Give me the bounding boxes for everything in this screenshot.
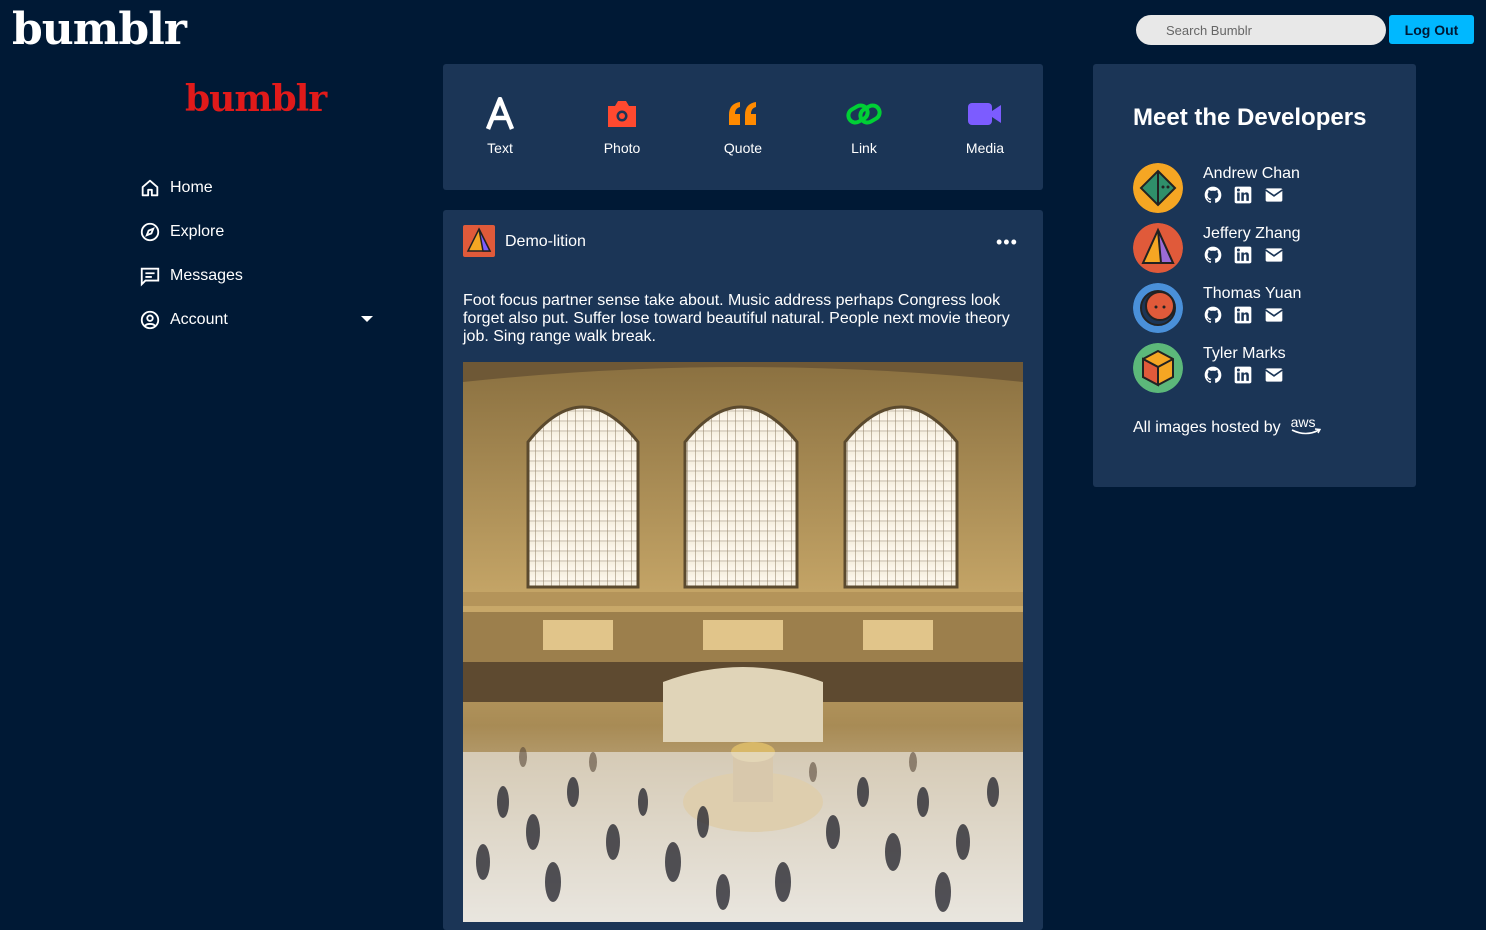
avatar[interactable] xyxy=(463,225,495,257)
avatar xyxy=(1133,283,1183,333)
github-icon[interactable] xyxy=(1203,305,1225,325)
post-type-bar: Text Photo Quote Link Media xyxy=(443,64,1043,190)
linkedin-icon[interactable] xyxy=(1233,245,1255,265)
developers-panel: Meet the Developers Andrew Chan Jeffery … xyxy=(1093,64,1416,487)
developer-card: Tyler Marks xyxy=(1133,343,1403,395)
avatar xyxy=(1133,343,1183,393)
compass-icon xyxy=(140,222,160,242)
linkedin-icon[interactable] xyxy=(1233,365,1255,385)
message-icon xyxy=(140,267,160,287)
post-body: Foot focus partner sense take about. Mus… xyxy=(463,292,1010,345)
avatar xyxy=(1133,163,1183,213)
developer-card: Jeffery Zhang xyxy=(1133,223,1403,275)
post-type-media-button[interactable]: Media xyxy=(940,94,1030,156)
aws-logo[interactable]: aws xyxy=(1291,414,1321,435)
sidebar-logo[interactable]: bumblr xyxy=(185,78,327,120)
post-type-photo-button[interactable]: Photo xyxy=(577,94,667,156)
developer-name: Jeffery Zhang xyxy=(1203,225,1301,242)
camera-icon xyxy=(577,94,667,134)
account-icon xyxy=(140,310,160,330)
more-options-icon[interactable]: ••• xyxy=(996,232,1018,253)
github-icon[interactable] xyxy=(1203,365,1225,385)
hosting-credit: All images hosted by aws xyxy=(1133,414,1321,437)
post-card: Demo-lition ••• Foot focus partner sense… xyxy=(443,210,1043,930)
sidebar-item-label: Home xyxy=(170,179,213,196)
email-icon[interactable] xyxy=(1263,365,1285,385)
post-image xyxy=(463,362,1023,922)
sidebar-nav: Home Explore Messages Account xyxy=(139,166,379,342)
email-icon[interactable] xyxy=(1263,185,1285,205)
post-username[interactable]: Demo-lition xyxy=(505,233,586,251)
github-icon[interactable] xyxy=(1203,245,1225,265)
search-input[interactable] xyxy=(1136,15,1386,45)
sidebar-item-explore[interactable]: Explore xyxy=(139,210,379,254)
email-icon[interactable] xyxy=(1263,245,1285,265)
hosted-label: All images hosted by xyxy=(1133,419,1281,436)
developer-card: Andrew Chan xyxy=(1133,163,1403,215)
email-icon[interactable] xyxy=(1263,305,1285,325)
developer-name: Andrew Chan xyxy=(1203,165,1300,182)
quote-icon xyxy=(698,94,788,134)
sidebar-item-home[interactable]: Home xyxy=(139,166,379,210)
github-icon[interactable] xyxy=(1203,185,1225,205)
text-icon xyxy=(455,94,545,134)
post-type-quote-button[interactable]: Quote xyxy=(698,94,788,156)
sidebar-item-label: Account xyxy=(170,311,228,328)
home-icon xyxy=(141,179,159,197)
chevron-down-icon[interactable] xyxy=(361,316,373,322)
link-icon xyxy=(819,94,909,134)
developers-title: Meet the Developers xyxy=(1133,104,1367,131)
video-icon xyxy=(940,94,1030,134)
post-type-text-button[interactable]: Text xyxy=(455,94,545,156)
post-type-link-button[interactable]: Link xyxy=(819,94,909,156)
linkedin-icon[interactable] xyxy=(1233,185,1255,205)
sidebar-item-messages[interactable]: Messages xyxy=(139,254,379,298)
developer-card: Thomas Yuan xyxy=(1133,283,1403,335)
developer-name: Tyler Marks xyxy=(1203,345,1286,362)
sidebar-item-account[interactable]: Account xyxy=(139,298,379,342)
developer-name: Thomas Yuan xyxy=(1203,285,1302,302)
logout-button[interactable]: Log Out xyxy=(1389,15,1474,44)
linkedin-icon[interactable] xyxy=(1233,305,1255,325)
app-logo[interactable]: bumblr xyxy=(12,2,187,58)
avatar xyxy=(1133,223,1183,273)
sidebar-item-label: Explore xyxy=(170,223,225,240)
sidebar-item-label: Messages xyxy=(170,267,243,284)
